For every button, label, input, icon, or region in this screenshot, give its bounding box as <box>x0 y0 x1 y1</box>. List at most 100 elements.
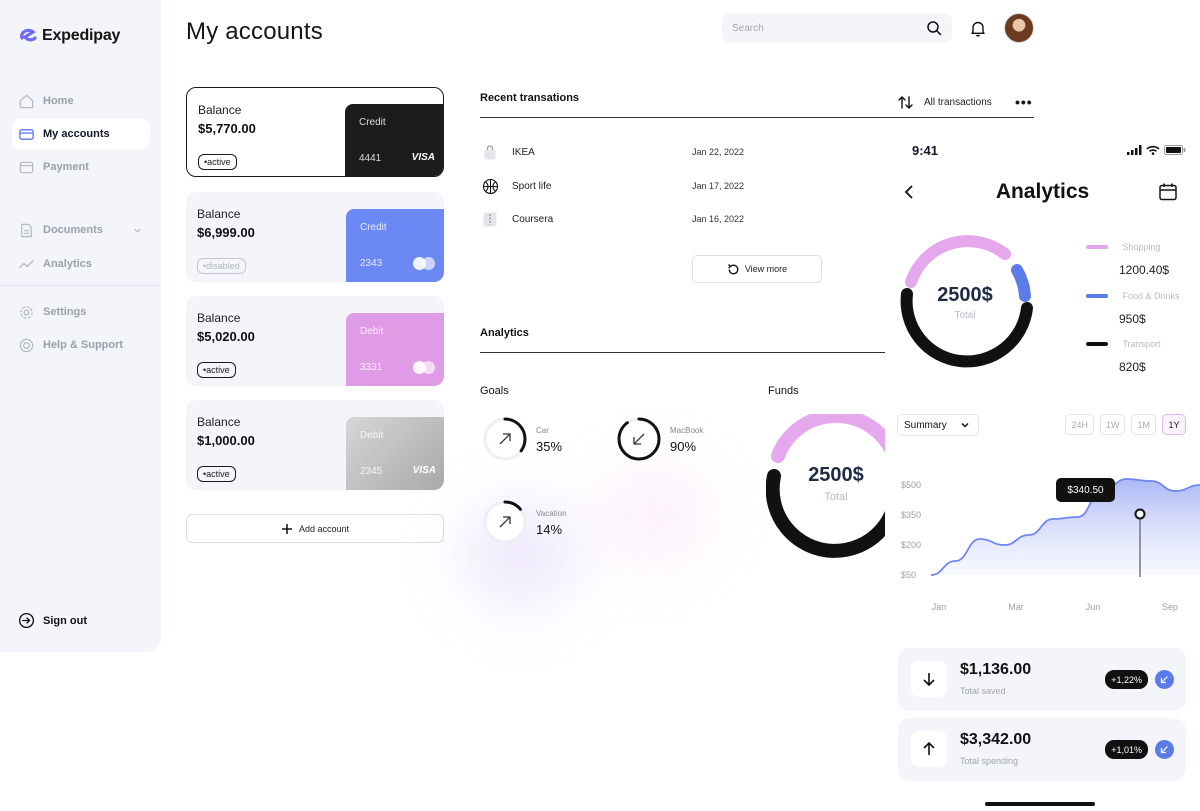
analytics-divider <box>480 352 885 353</box>
all-transactions-label: All transactions <box>924 97 992 108</box>
goal-progress-ring <box>482 499 528 545</box>
card-brand: VISA <box>411 152 435 163</box>
goal-percent: 90% <box>670 439 697 454</box>
nav-help-support[interactable]: Help & Support <box>12 330 150 360</box>
transaction-date: Jan 17, 2022 <box>692 181 745 191</box>
legend-swatch <box>1086 293 1108 298</box>
arrow-down-left-icon <box>1155 670 1174 689</box>
legend-value: 1200.40$ <box>1119 263 1170 277</box>
funds-total-value: 2500$ <box>808 464 864 486</box>
goal-percent: 35% <box>536 439 563 454</box>
add-account-button[interactable]: Add account <box>186 514 444 543</box>
transaction-row[interactable]: Sport life Jan 17, 2022 <box>480 176 780 196</box>
balance-label: Balance <box>197 207 241 221</box>
balance-label: Balance <box>197 311 241 325</box>
chart-tooltip: $340.50 <box>1056 478 1115 502</box>
status-badge: •disabled <box>197 258 246 274</box>
page-title: My accounts <box>186 18 323 45</box>
account-card[interactable]: Balance $5,770.00 •active Credit 4441 VI… <box>186 87 444 177</box>
search-icon[interactable] <box>926 20 942 36</box>
nav-home-label: Home <box>43 95 74 107</box>
change-badge: +1,01% <box>1105 740 1148 759</box>
transaction-row[interactable]: IKEA Jan 22, 2022 <box>480 142 780 162</box>
x-tick-label: Jan <box>932 602 947 612</box>
card-number: 2345 <box>360 466 383 477</box>
calendar-icon[interactable] <box>1158 182 1178 202</box>
legend-name: Shopping <box>1122 241 1161 252</box>
transaction-date: Jan 22, 2022 <box>692 147 745 157</box>
range-1y-button[interactable]: 1Y <box>1162 414 1186 435</box>
nav-divider <box>0 285 161 286</box>
nav-payment[interactable]: Payment <box>12 152 150 182</box>
range-24h-button[interactable]: 24H <box>1065 414 1094 435</box>
total-value: 2500$ <box>937 284 993 306</box>
transaction-row[interactable]: Coursera Jan 16, 2022 <box>480 209 780 229</box>
total-spending-card[interactable]: $3,342.00 Total spending +1,01% <box>898 718 1186 781</box>
stat-value: $1,136.00 <box>960 661 1032 678</box>
nav-home[interactable]: Home <box>12 86 150 116</box>
sidebar: Expedipay Home My accounts Payment Docum… <box>0 0 161 652</box>
goal-name: Vacation <box>536 509 567 518</box>
goal-item[interactable]: Car 35% <box>482 416 562 462</box>
account-card[interactable]: Balance $5,020.00 •active Debit 3331 <box>186 296 444 386</box>
x-tick-label: Sep <box>1162 602 1178 612</box>
arrow-up-icon <box>911 731 947 767</box>
balance-label: Balance <box>198 103 242 117</box>
balance-label: Balance <box>197 415 241 429</box>
book-icon <box>480 209 500 229</box>
card-thumbnail: Credit 2343 <box>346 209 444 282</box>
more-options-icon[interactable]: ••• <box>1015 95 1033 109</box>
summary-label: Summary <box>904 419 947 431</box>
avatar[interactable] <box>1004 13 1034 43</box>
balance-value: $5,020.00 <box>197 329 255 344</box>
signal-icon <box>1127 145 1142 155</box>
nav-help-support-label: Help & Support <box>43 339 124 351</box>
highlight-point[interactable] <box>1134 508 1146 520</box>
nav-my-accounts[interactable]: My accounts <box>12 119 150 149</box>
brand-logo[interactable]: Expedipay <box>18 26 120 46</box>
nav-analytics-label: Analytics <box>43 258 92 270</box>
notifications-button[interactable] <box>964 14 992 42</box>
chevron-down-icon <box>134 228 141 233</box>
home-icon <box>19 94 34 108</box>
goal-item[interactable]: Vacation 14% <box>482 499 567 545</box>
mastercard-icon <box>413 257 435 270</box>
transaction-name: IKEA <box>512 146 535 158</box>
nav-documents[interactable]: Documents <box>12 215 150 245</box>
card-type: Debit <box>360 430 384 441</box>
legend-value: 820$ <box>1119 360 1146 374</box>
range-selector: 24H 1W 1M 1Y <box>1065 414 1186 435</box>
range-1w-button[interactable]: 1W <box>1099 414 1126 435</box>
view-more-button[interactable]: View more <box>692 255 822 283</box>
sign-out-button[interactable]: Sign out <box>18 612 87 629</box>
change-badge: +1,22% <box>1105 670 1148 689</box>
card-thumbnail: Debit 2345 VISA <box>346 417 444 490</box>
y-tick-label: $50 <box>901 570 916 580</box>
status-badge: •active <box>198 154 237 170</box>
goal-item[interactable]: MacBook 90% <box>616 416 703 462</box>
mastercard-icon <box>413 361 435 374</box>
arrow-down-left-icon <box>1155 740 1174 759</box>
shopping-bag-icon <box>480 142 500 162</box>
funds-total-label: Total <box>824 491 848 503</box>
nav-analytics[interactable]: Analytics <box>12 249 150 279</box>
search-input[interactable] <box>732 22 926 34</box>
area-chart: $500 $350 $200 $50 Jan Mar Jun Sep <box>901 478 1200 612</box>
card-thumbnail: Debit 3331 <box>346 313 444 386</box>
all-transactions-button[interactable]: All transactions <box>897 94 992 111</box>
refresh-icon <box>727 263 739 274</box>
total-saved-card[interactable]: $1,136.00 Total saved +1,22% <box>898 648 1186 711</box>
summary-select[interactable]: Summary <box>897 414 979 436</box>
nav-settings[interactable]: Settings <box>12 297 150 327</box>
sign-out-icon <box>18 612 35 629</box>
account-card[interactable]: Balance $6,999.00 •disabled Credit 2343 <box>186 192 444 282</box>
card-thumbnail: Credit 4441 VISA <box>345 104 443 176</box>
range-1m-button[interactable]: 1M <box>1131 414 1156 435</box>
transaction-date: Jan 16, 2022 <box>692 214 745 224</box>
lifebuoy-icon <box>19 338 34 352</box>
account-card[interactable]: Balance $1,000.00 •active Debit 2345 VIS… <box>186 400 444 490</box>
goal-name: MacBook <box>670 426 704 435</box>
goal-progress-ring <box>616 416 662 462</box>
logo-icon <box>20 28 37 42</box>
sort-icon <box>898 96 913 109</box>
